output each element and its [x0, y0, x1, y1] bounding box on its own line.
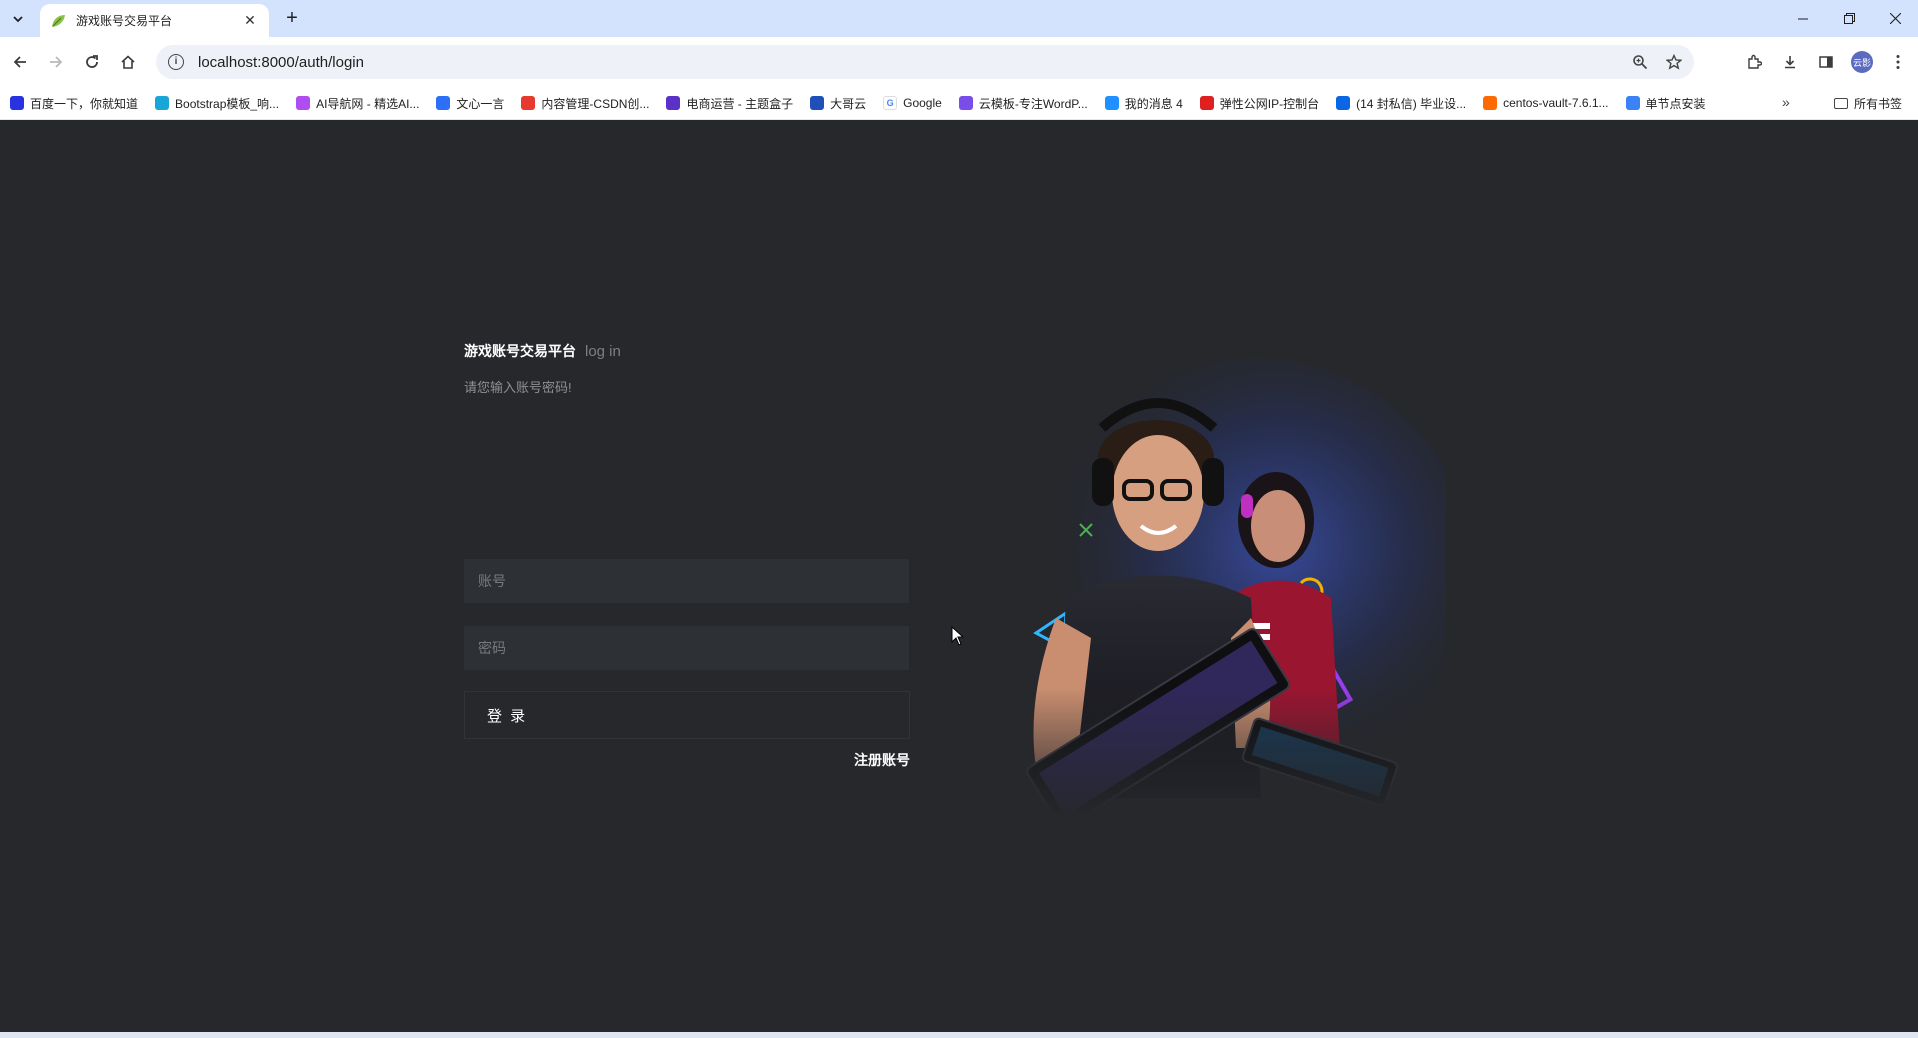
register-link[interactable]: 注册账号 — [854, 750, 910, 770]
home-icon[interactable] — [112, 46, 144, 78]
browser-window: 游戏账号交易平台 ✕ + i localhost:8000/auth/login… — [0, 0, 1918, 1038]
folder-icon — [1834, 98, 1848, 109]
leaf-icon — [52, 14, 65, 27]
bookmark-label: AI导航网 - 精选AI... — [316, 96, 420, 111]
download-icon[interactable] — [1778, 46, 1802, 78]
menu-dots-icon[interactable] — [1886, 46, 1910, 78]
bookmark-item[interactable]: Bootstrap模板_响... — [155, 95, 279, 112]
dagecloud-icon — [810, 96, 825, 110]
bookmark-item[interactable]: 我的消息 4 — [1104, 95, 1183, 112]
bookmark-label: 内容管理-CSDN创... — [541, 96, 650, 111]
toolbar-actions: 云影 — [1742, 46, 1910, 78]
password-input[interactable] — [464, 626, 909, 670]
theme-box-icon — [666, 96, 681, 110]
back-arrow-icon[interactable] — [4, 46, 36, 78]
site-info-icon[interactable]: i — [168, 54, 184, 70]
bookmark-label: 百度一下，你就知道 — [30, 96, 139, 111]
bookmarks-bar: 百度一下，你就知道 Bootstrap模板_响... AI导航网 - 精选AI...… — [0, 87, 1918, 120]
forward-arrow-icon[interactable] — [40, 46, 72, 78]
bookmark-item[interactable]: 百度一下，你就知道 — [10, 95, 138, 112]
tab-title: 游戏账号交易平台 — [76, 14, 173, 28]
bookmark-label: 弹性公网IP-控制台 — [1219, 96, 1320, 111]
tab-search-icon[interactable] — [6, 7, 30, 31]
bookmark-item[interactable]: (14 封私信) 毕业设... — [1336, 95, 1466, 112]
bootstrap-icon — [155, 96, 170, 110]
bookmark-item[interactable]: AI导航网 - 精选AI... — [296, 95, 419, 112]
bookmark-label: 大哥云 — [830, 96, 867, 111]
zoom-icon[interactable] — [1632, 54, 1648, 70]
bookmark-label: 我的消息 4 — [1124, 96, 1183, 111]
bookmark-label: 电商运营 - 主题盒子 — [686, 96, 794, 111]
brand-subtitle: log in — [585, 343, 621, 360]
tab-close-icon[interactable]: ✕ — [241, 12, 259, 29]
bookmark-item[interactable]: 电商运营 - 主题盒子 — [666, 95, 793, 112]
reload-icon[interactable] — [76, 46, 108, 78]
bookmark-label: (14 封私信) 毕业设... — [1356, 96, 1467, 111]
all-bookmarks-label: 所有书签 — [1854, 97, 1903, 111]
zhihu-icon — [1336, 96, 1351, 110]
brand-heading: 游戏账号交易平台 log in — [464, 341, 910, 361]
omnibox-actions — [1632, 45, 1682, 79]
bookmark-star-icon[interactable] — [1666, 54, 1682, 70]
active-tab[interactable]: 游戏账号交易平台 ✕ — [40, 4, 269, 37]
login-page: 游戏账号交易平台 log in 请您输入账号密码! 登 录 注册账号 — [0, 120, 1918, 1032]
baidu-icon — [10, 96, 24, 110]
login-hint: 请您输入账号密码! — [464, 380, 572, 395]
bookmark-item[interactable]: 大哥云 — [810, 95, 866, 112]
bookmark-label: 文心一言 — [456, 96, 505, 111]
bookmark-item[interactable]: centos-vault-7.6.1... — [1483, 96, 1609, 110]
login-panel: 游戏账号交易平台 log in 请您输入账号密码! 登 录 注册账号 — [464, 341, 910, 768]
minimize-icon[interactable] — [1780, 0, 1826, 37]
google-icon: G — [883, 96, 898, 110]
huawei-icon — [1199, 96, 1214, 110]
extensions-icon[interactable] — [1742, 46, 1766, 78]
address-bar[interactable]: i localhost:8000/auth/login — [156, 45, 1694, 79]
aliyun-icon — [1483, 96, 1498, 110]
login-button[interactable]: 登 录 — [464, 691, 910, 739]
close-window-icon[interactable] — [1872, 0, 1918, 37]
bookmark-item[interactable]: 内容管理-CSDN创... — [521, 95, 649, 112]
yunmoban-icon — [958, 96, 973, 110]
side-panel-icon[interactable] — [1814, 46, 1838, 78]
bookmark-label: Bootstrap模板_响... — [175, 96, 280, 111]
bookmark-label: centos-vault-7.6.1... — [1503, 96, 1609, 110]
profile-avatar[interactable]: 云影 — [1850, 46, 1874, 78]
avatar: 云影 — [1851, 51, 1873, 73]
tab-strip: 游戏账号交易平台 ✕ + — [0, 0, 1918, 37]
account-input[interactable] — [464, 559, 909, 603]
browser-toolbar: i localhost:8000/auth/login 云影 — [0, 37, 1918, 87]
all-bookmarks-button[interactable]: 所有书签 — [1834, 95, 1902, 112]
bookmark-item[interactable]: 单节点安装 — [1625, 95, 1706, 112]
url-text[interactable]: localhost:8000/auth/login — [198, 54, 364, 71]
bookmark-label: 单节点安装 — [1645, 96, 1706, 111]
ai-nav-icon — [296, 96, 311, 110]
csdn-icon — [521, 96, 536, 110]
mouse-cursor-icon — [951, 626, 965, 646]
bookmark-item[interactable]: 弹性公网IP-控制台 — [1199, 95, 1320, 112]
brand-name: 游戏账号交易平台 — [464, 343, 576, 359]
new-tab-icon[interactable]: + — [280, 7, 304, 31]
bookmark-item[interactable]: 云模板-专注WordP... — [958, 95, 1088, 112]
bookmark-label: 云模板-专注WordP... — [978, 96, 1088, 111]
layers-icon — [1625, 96, 1640, 110]
bookmark-item[interactable]: G Google — [883, 96, 942, 110]
more-bookmarks-icon[interactable]: » — [1782, 94, 1790, 110]
gamers-hero-image — [996, 298, 1446, 818]
restore-icon[interactable] — [1826, 0, 1872, 37]
bookmark-item[interactable]: 文心一言 — [436, 95, 504, 112]
bilibili-icon — [1104, 96, 1119, 110]
wenxin-icon — [436, 96, 451, 110]
bookmark-label: Google — [903, 96, 942, 110]
window-bottom-edge — [0, 1032, 1918, 1038]
window-controls — [1780, 0, 1918, 37]
